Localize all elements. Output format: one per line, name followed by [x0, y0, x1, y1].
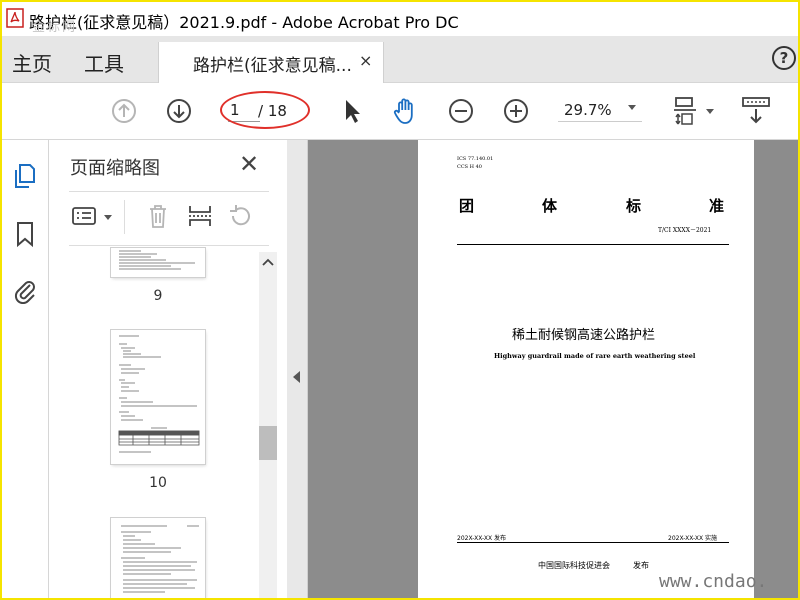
- thumbnail-label: 10: [149, 475, 167, 491]
- page-fit-icon[interactable]: [670, 95, 702, 127]
- header-char: 标: [626, 197, 642, 215]
- document-tab-label: 路护栏(征求意见稿...: [193, 56, 352, 76]
- page-thumbnails-icon[interactable]: [12, 162, 38, 190]
- footer-rule: [457, 542, 729, 543]
- scrollbar-thumb[interactable]: [259, 426, 277, 460]
- panel-close-button[interactable]: ✕: [239, 150, 259, 178]
- left-icon-bar: [2, 140, 49, 598]
- page-thumbnail[interactable]: [111, 518, 205, 598]
- page-fit-chevron-icon[interactable]: [706, 109, 714, 114]
- header-char: 团: [459, 197, 475, 215]
- thumbnail-options-icon[interactable]: [71, 202, 99, 230]
- panel-title: 页面缩略图: [70, 158, 160, 179]
- scroll-mode-icon[interactable]: [740, 95, 772, 127]
- app-window: 路护栏(征求意见稿）2021.9.pdf - Adobe Acrobat Pro…: [0, 0, 800, 600]
- insert-page-icon[interactable]: [186, 202, 214, 230]
- thumbnail-label: 9: [153, 288, 163, 304]
- help-icon[interactable]: ?: [772, 46, 796, 70]
- zoom-out-icon[interactable]: [445, 95, 477, 127]
- thumbnail-panel: 页面缩略图 ✕ 9 10: [49, 140, 288, 598]
- panel-divider: [69, 191, 269, 192]
- attachments-icon[interactable]: [12, 276, 38, 304]
- document-page: ICS 77.140.01 CCS H 40 团 体 标 准 T/CI XXXX…: [418, 140, 754, 598]
- panel-divider: [69, 245, 269, 246]
- document-title-english: Highway guardrail made of rare earth wea…: [494, 352, 696, 360]
- menu-bar: 主页 工具: [2, 36, 798, 83]
- collapse-panel-icon[interactable]: [293, 371, 300, 383]
- delete-page-icon[interactable]: [144, 202, 172, 230]
- publisher: 中国国际科技促进会: [538, 561, 610, 570]
- page-thumbnail[interactable]: [111, 330, 205, 464]
- next-page-icon[interactable]: [163, 95, 195, 127]
- toolbar: 1 / 18 29.7%: [2, 83, 798, 140]
- page-thumbnail[interactable]: [111, 248, 205, 277]
- rotate-page-icon[interactable]: [226, 202, 254, 230]
- ccs-code: CCS H 40: [457, 164, 482, 170]
- bookmarks-icon[interactable]: [12, 220, 38, 248]
- watermark-top: 金标网: [32, 20, 78, 35]
- tools-tab[interactable]: 工具: [84, 48, 124, 77]
- zoom-in-icon[interactable]: [500, 95, 532, 127]
- panel-splitter[interactable]: [287, 140, 308, 598]
- header-rule: [457, 244, 729, 245]
- header-char: 准: [709, 197, 725, 215]
- document-tab[interactable]: 路护栏(征求意见稿... ×: [158, 42, 384, 83]
- watermark-bottom: www.cndao.: [659, 571, 768, 592]
- acrobat-icon: [6, 8, 24, 28]
- standard-number: T/CI XXXX－2021: [658, 227, 712, 234]
- window-title: 路护栏(征求意见稿）2021.9.pdf - Adobe Acrobat Pro…: [29, 13, 459, 32]
- implementation-date: 202X-XX-XX 实施: [668, 535, 718, 542]
- thumbnail-options-chevron-icon[interactable]: [104, 215, 112, 220]
- select-cursor-icon[interactable]: [336, 95, 368, 127]
- title-bar: 路护栏(征求意见稿）2021.9.pdf - Adobe Acrobat Pro…: [2, 2, 798, 36]
- hand-tool-icon[interactable]: [390, 95, 422, 127]
- document-tab-close-button[interactable]: ×: [359, 51, 372, 70]
- previous-page-icon[interactable]: [108, 95, 140, 127]
- thumbnail-scrollbar[interactable]: [259, 252, 277, 598]
- zoom-level-select[interactable]: 29.7%: [558, 98, 642, 122]
- release-date: 202X-XX-XX 发布: [457, 535, 507, 542]
- ics-code: ICS 77.140.01: [457, 156, 494, 162]
- publish-label: 发布: [633, 561, 649, 570]
- scroll-up-icon[interactable]: [261, 257, 275, 267]
- home-tab[interactable]: 主页: [12, 48, 52, 77]
- document-title: 稀土耐候钢高速公路护栏: [512, 328, 656, 343]
- highlight-ellipse: [220, 91, 310, 129]
- zoom-dropdown-chevron-icon[interactable]: [628, 105, 636, 110]
- toolbar-separator: [124, 200, 125, 234]
- header-char: 体: [542, 197, 558, 215]
